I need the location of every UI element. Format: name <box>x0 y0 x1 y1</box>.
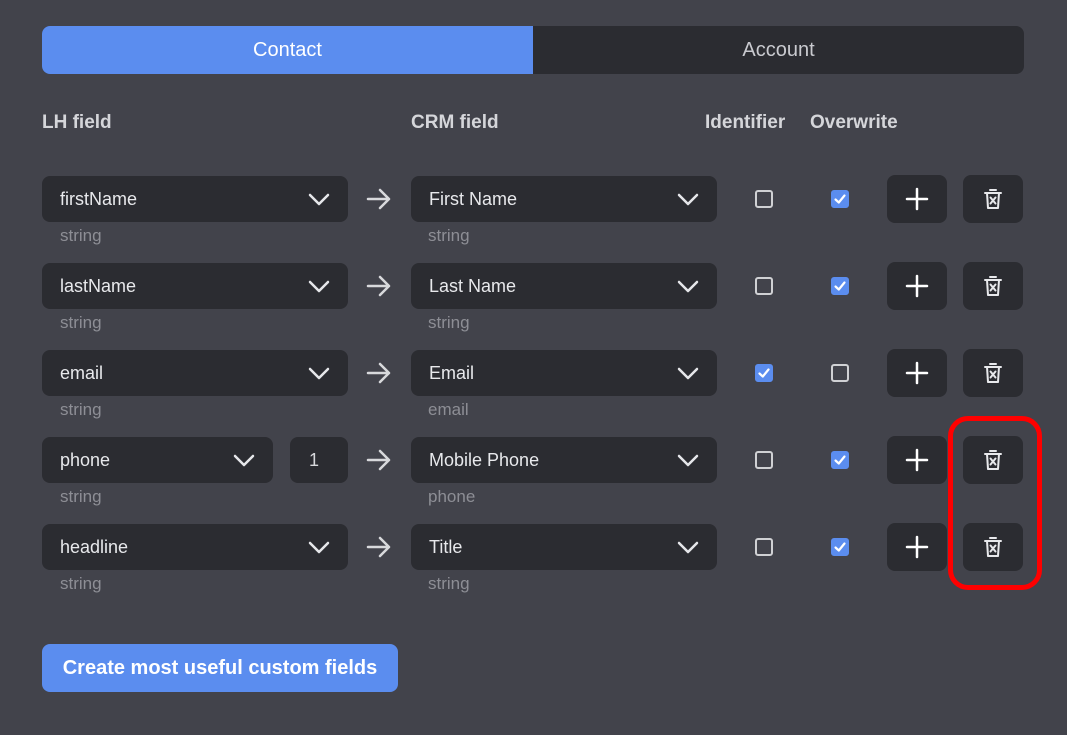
chevron-down-icon <box>677 541 699 554</box>
trash-icon <box>984 450 1002 470</box>
crm-field-value: Email <box>429 362 475 383</box>
identifier-checkbox[interactable] <box>755 538 773 556</box>
lh-field-value: lastName <box>60 275 137 296</box>
mapping-row: lastName string Last Name string <box>0 262 1067 333</box>
lh-field-type: string <box>60 574 102 593</box>
lh-field-value: email <box>60 362 104 383</box>
delete-button[interactable] <box>963 436 1023 484</box>
plus-icon <box>905 187 929 211</box>
identifier-checkbox[interactable] <box>755 190 773 208</box>
delete-button[interactable] <box>963 349 1023 397</box>
add-button[interactable] <box>887 175 947 223</box>
crm-field-select[interactable]: Last Name <box>411 263 717 309</box>
arrow-right-icon <box>366 362 391 384</box>
arrow-right-icon <box>366 188 391 210</box>
arrow-right-icon <box>366 275 391 297</box>
plus-icon <box>905 535 929 559</box>
header-identifier: Identifier <box>705 112 786 133</box>
crm-field-type: string <box>428 313 470 332</box>
crm-field-select[interactable]: Mobile Phone <box>411 437 717 483</box>
chevron-down-icon <box>677 367 699 380</box>
index-input[interactable]: 1 <box>290 437 348 483</box>
arrow-right-icon <box>366 536 391 558</box>
mapping-row: headline string Title string <box>0 523 1067 594</box>
trash-icon <box>984 537 1002 557</box>
chevron-down-icon <box>308 367 330 380</box>
header-lh-field: LH field <box>42 112 112 133</box>
plus-icon <box>905 448 929 472</box>
identifier-checkbox[interactable] <box>755 364 773 382</box>
crm-field-select[interactable]: Title <box>411 524 717 570</box>
delete-button[interactable] <box>963 523 1023 571</box>
chevron-down-icon <box>677 454 699 467</box>
trash-icon <box>984 276 1002 296</box>
crm-field-type: string <box>428 226 470 245</box>
lh-field-value: phone <box>60 449 111 470</box>
entity-tabs: Contact Account <box>42 26 1024 74</box>
arrow-right-icon <box>366 449 391 471</box>
crm-field-value: Title <box>429 536 463 557</box>
delete-button[interactable] <box>963 262 1023 310</box>
chevron-down-icon <box>308 193 330 206</box>
crm-field-type: email <box>428 400 469 419</box>
plus-icon <box>905 361 929 385</box>
add-button[interactable] <box>887 523 947 571</box>
lh-field-select[interactable]: headline <box>42 524 348 570</box>
trash-icon <box>984 363 1002 383</box>
lh-field-select[interactable]: phone <box>42 437 273 483</box>
header-crm-field: CRM field <box>411 112 499 133</box>
chevron-down-icon <box>233 454 255 467</box>
overwrite-checkbox[interactable] <box>831 190 849 208</box>
add-button[interactable] <box>887 436 947 484</box>
overwrite-checkbox[interactable] <box>831 538 849 556</box>
crm-field-select[interactable]: First Name <box>411 176 717 222</box>
crm-field-select[interactable]: Email <box>411 350 717 396</box>
mapping-row: phone string Mobile Phone phone 1 <box>0 436 1067 507</box>
identifier-checkbox[interactable] <box>755 451 773 469</box>
lh-field-select[interactable]: lastName <box>42 263 348 309</box>
lh-field-type: string <box>60 487 102 506</box>
overwrite-checkbox[interactable] <box>831 451 849 469</box>
lh-field-value: firstName <box>60 188 138 209</box>
identifier-checkbox[interactable] <box>755 277 773 295</box>
lh-field-select[interactable]: email <box>42 350 348 396</box>
overwrite-checkbox[interactable] <box>831 364 849 382</box>
delete-button[interactable] <box>963 175 1023 223</box>
tab-account[interactable]: Account <box>533 26 1024 74</box>
plus-icon <box>905 274 929 298</box>
lh-field-type: string <box>60 226 102 245</box>
tab-contact[interactable]: Contact <box>42 26 533 74</box>
lh-field-value: headline <box>60 536 129 557</box>
mapping-row: email string Email email <box>0 349 1067 420</box>
chevron-down-icon <box>308 280 330 293</box>
crm-field-value: First Name <box>429 188 518 209</box>
lh-field-select[interactable]: firstName <box>42 176 348 222</box>
mapping-row: firstName string First Name string <box>0 175 1067 246</box>
add-button[interactable] <box>887 349 947 397</box>
chevron-down-icon <box>677 280 699 293</box>
chevron-down-icon <box>677 193 699 206</box>
add-button[interactable] <box>887 262 947 310</box>
overwrite-checkbox[interactable] <box>831 277 849 295</box>
crm-field-value: Last Name <box>429 275 517 296</box>
create-custom-fields-button[interactable]: Create most useful custom fields <box>42 644 398 692</box>
crm-field-type: phone <box>428 487 476 506</box>
trash-icon <box>984 189 1002 209</box>
lh-field-type: string <box>60 400 102 419</box>
chevron-down-icon <box>308 541 330 554</box>
header-overwrite: Overwrite <box>810 112 898 133</box>
crm-field-type: string <box>428 574 470 593</box>
lh-field-type: string <box>60 313 102 332</box>
crm-field-value: Mobile Phone <box>429 449 540 470</box>
